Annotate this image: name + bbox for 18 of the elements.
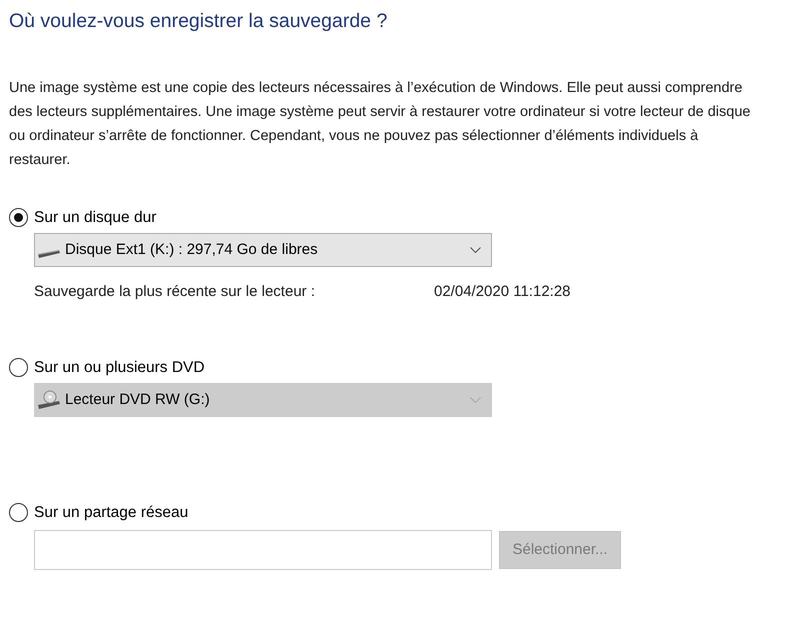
drive-icon [37, 247, 61, 260]
info-value: 02/04/2020 11:12:28 [434, 282, 571, 302]
info-label: Sauvegarde la plus récente sur le lecteur : [34, 282, 316, 302]
radio-button[interactable] [9, 208, 28, 228]
drive-icon [37, 390, 61, 410]
chevron-down-icon [470, 247, 481, 254]
chevron-down-icon [470, 397, 481, 403]
dropdown-value: Lecteur DVD RW (G:) [65, 390, 211, 410]
description-text: Une image système est une copie des lecteurs nécessaires à l’exécution de Windows. Elle peut aussi comprendre des lecteurs supplémentaires. Une image système peut servir à restaurer votre ordinateur si votre lecteur de disque ou ordinateur s’arrête de fonctionner. Cependant, vous ne pouvez pas sélectionner d’éléments individuels à restaurer. [9, 79, 752, 170]
drive-dropdown[interactable]: Disque Ext1 (K:) : 297,74 Go de libres [34, 233, 492, 268]
option-label[interactable]: Sur un partage réseau [34, 501, 188, 524]
radio-button[interactable] [9, 358, 28, 377]
page-title: Où voulez-vous enregistrer la sauvegarde ? [9, 9, 388, 34]
dropdown-value: Disque Ext1 (K:) : 297,74 Go de libres [65, 240, 319, 260]
option-label[interactable]: Sur un ou plusieurs DVD [34, 356, 205, 379]
option-label[interactable]: Sur un disque dur [34, 206, 156, 230]
network-path-field[interactable] [34, 530, 492, 570]
radio-button[interactable] [9, 503, 28, 522]
